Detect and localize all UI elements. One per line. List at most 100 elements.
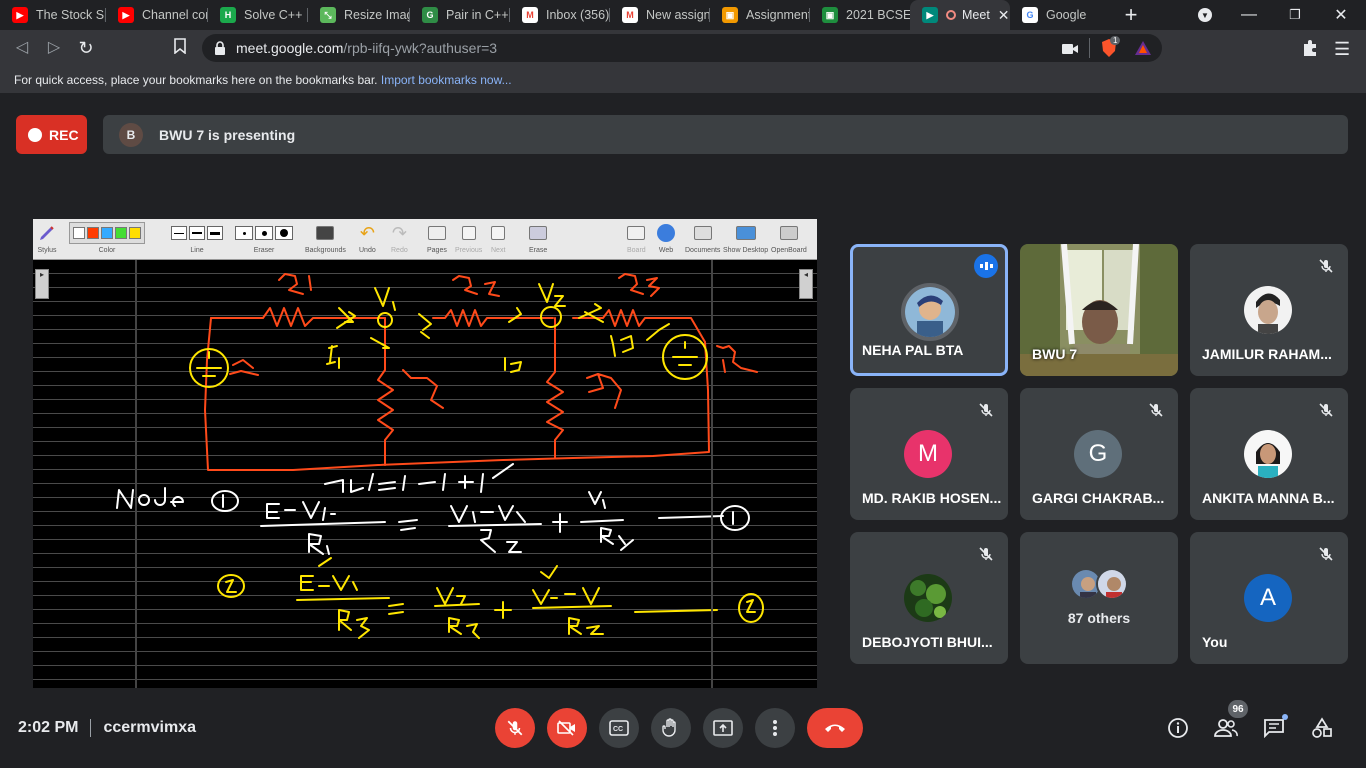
tab-resize[interactable]: ⤡ Resize Imag xyxy=(308,0,410,30)
extensions-puzzle-icon[interactable] xyxy=(1302,40,1318,61)
others-count: 87 others xyxy=(1067,610,1131,626)
brave-rewards-icon[interactable] xyxy=(1134,39,1152,62)
avatar: M xyxy=(904,430,952,478)
mic-off-icon xyxy=(1144,398,1168,422)
mic-off-icon xyxy=(507,720,523,736)
participant-tile[interactable]: G GARGI CHAKRAB... xyxy=(1020,388,1178,520)
raise-hand-button[interactable] xyxy=(651,708,691,748)
tab-label: Resize Imag xyxy=(344,8,410,22)
leave-call-button[interactable] xyxy=(807,708,863,748)
presenter-avatar: B xyxy=(119,122,143,147)
color-swatch xyxy=(115,227,127,239)
tab-stock[interactable]: ▶ The Stock Sp xyxy=(0,0,106,30)
pages-icon xyxy=(427,222,446,244)
tab-bcse[interactable]: ▣ 2021 BCSE- xyxy=(810,0,910,30)
participant-count-badge: 96 xyxy=(1228,700,1248,718)
info-icon xyxy=(1168,718,1188,738)
forward-button[interactable]: ▷ xyxy=(44,38,64,58)
participant-tile[interactable]: ANKITA MANNA B... xyxy=(1190,388,1348,520)
tab-inbox[interactable]: M Inbox (356) xyxy=(510,0,610,30)
google-icon: G xyxy=(1022,7,1038,23)
speaking-indicator-icon xyxy=(974,254,998,278)
left-drawer-handle[interactable]: ▸ xyxy=(35,269,49,299)
new-tab-button[interactable]: + xyxy=(1108,0,1154,30)
participant-tile[interactable]: NEHA PAL BTA xyxy=(850,244,1008,376)
tab-label: The Stock Sp xyxy=(36,8,106,22)
chat-button[interactable] xyxy=(1258,712,1290,744)
back-button[interactable]: ◁ xyxy=(12,38,32,58)
participant-name: BWU 7 xyxy=(1032,346,1078,362)
restore-button[interactable]: ❐ xyxy=(1272,0,1318,30)
close-window-button[interactable]: ✕ xyxy=(1318,0,1364,30)
meeting-details-button[interactable] xyxy=(1162,712,1194,744)
eraser-size-icon xyxy=(235,222,293,244)
hackerrank-icon: H xyxy=(220,7,236,23)
tab-search-button[interactable]: ▼ xyxy=(1182,0,1228,30)
minimize-button[interactable]: — xyxy=(1226,0,1272,30)
meeting-info: 2:02 PM ccermvimxa xyxy=(18,719,196,737)
tool-label: Redo xyxy=(391,247,408,254)
folder-icon xyxy=(693,222,712,244)
tool-label: Pages xyxy=(427,247,447,254)
show-desktop-tool: Show Desktop xyxy=(723,222,768,254)
participant-tile[interactable]: M MD. RAKIB HOSEN... xyxy=(850,388,1008,520)
reload-button[interactable]: ↻ xyxy=(76,38,96,58)
mic-off-icon xyxy=(974,398,998,422)
meeting-code[interactable]: ccermvimxa xyxy=(103,719,196,736)
camera-in-use-icon[interactable] xyxy=(1062,42,1078,60)
tab-hackerrank[interactable]: H Solve C++ | xyxy=(208,0,308,30)
brave-shield-icon[interactable]: 1 xyxy=(1100,36,1121,58)
participant-tile-video[interactable]: BWU 7 xyxy=(1020,244,1178,376)
bookmark-button[interactable] xyxy=(170,38,190,58)
menu-icon[interactable]: ☰ xyxy=(1334,39,1350,60)
chat-icon xyxy=(1264,719,1284,738)
presenting-banner: B BWU 7 is presenting xyxy=(103,115,1348,154)
rec-label: REC xyxy=(49,126,79,143)
camera-toggle-button[interactable] xyxy=(547,708,587,748)
others-tile[interactable]: 87 others xyxy=(1020,532,1178,664)
color-swatch xyxy=(87,227,99,239)
captions-button[interactable]: CC xyxy=(599,708,639,748)
more-options-button[interactable] xyxy=(755,708,795,748)
tab-new-assign[interactable]: M New assign xyxy=(610,0,710,30)
url-text: meet.google.com/rpb-iifq-ywk?authuser=3 xyxy=(236,40,497,56)
pen-icon xyxy=(37,222,57,244)
tab-channel[interactable]: ▶ Channel con xyxy=(106,0,208,30)
erase-tool: Erase xyxy=(529,222,547,254)
tab-meet[interactable]: ▶ Meet ✕ xyxy=(910,0,1010,30)
activities-button[interactable] xyxy=(1306,712,1338,744)
participant-tile[interactable]: DEBOJYOTI BHUI... xyxy=(850,532,1008,664)
color-swatch xyxy=(73,227,85,239)
next-page-icon xyxy=(491,222,506,244)
present-screen-button[interactable] xyxy=(703,708,743,748)
clock-time: 2:02 PM xyxy=(18,719,79,737)
tab-assignment[interactable]: ▣ Assignment xyxy=(710,0,810,30)
activities-icon xyxy=(1312,717,1332,738)
tool-label: Erase xyxy=(529,247,548,254)
right-drawer-handle[interactable]: ◂ xyxy=(799,269,813,299)
line-tool: Line xyxy=(171,222,223,254)
pages-tool: Pages xyxy=(427,222,447,254)
mic-toggle-button[interactable] xyxy=(495,708,535,748)
openboard-toolbar: Stylus Color Line Eraser Backgrounds ↶ U… xyxy=(33,219,817,260)
mic-off-icon xyxy=(974,542,998,566)
avatar: A xyxy=(1244,574,1292,622)
classroom-icon: ▣ xyxy=(722,7,738,23)
participant-name: GARGI CHAKRAB... xyxy=(1032,490,1165,506)
recording-icon xyxy=(946,10,956,20)
more-vert-icon xyxy=(773,720,777,736)
participant-tile[interactable]: JAMILUR RAHAM... xyxy=(1190,244,1348,376)
captions-icon: CC xyxy=(609,720,629,736)
gear-icon xyxy=(779,222,798,244)
tab-google[interactable]: G Google xyxy=(1010,0,1110,30)
tab-gfg[interactable]: G Pair in C++ xyxy=(410,0,510,30)
globe-icon xyxy=(657,222,675,244)
youtube-icon: ▶ xyxy=(12,7,28,23)
lock-icon xyxy=(214,41,226,60)
classroom-icon: ▣ xyxy=(822,7,838,23)
self-tile[interactable]: A You xyxy=(1190,532,1348,664)
present-icon xyxy=(713,720,733,736)
import-bookmarks-link[interactable]: Import bookmarks now... xyxy=(381,73,512,87)
recording-indicator[interactable]: REC xyxy=(16,115,87,154)
close-tab-icon[interactable]: ✕ xyxy=(998,7,1010,24)
